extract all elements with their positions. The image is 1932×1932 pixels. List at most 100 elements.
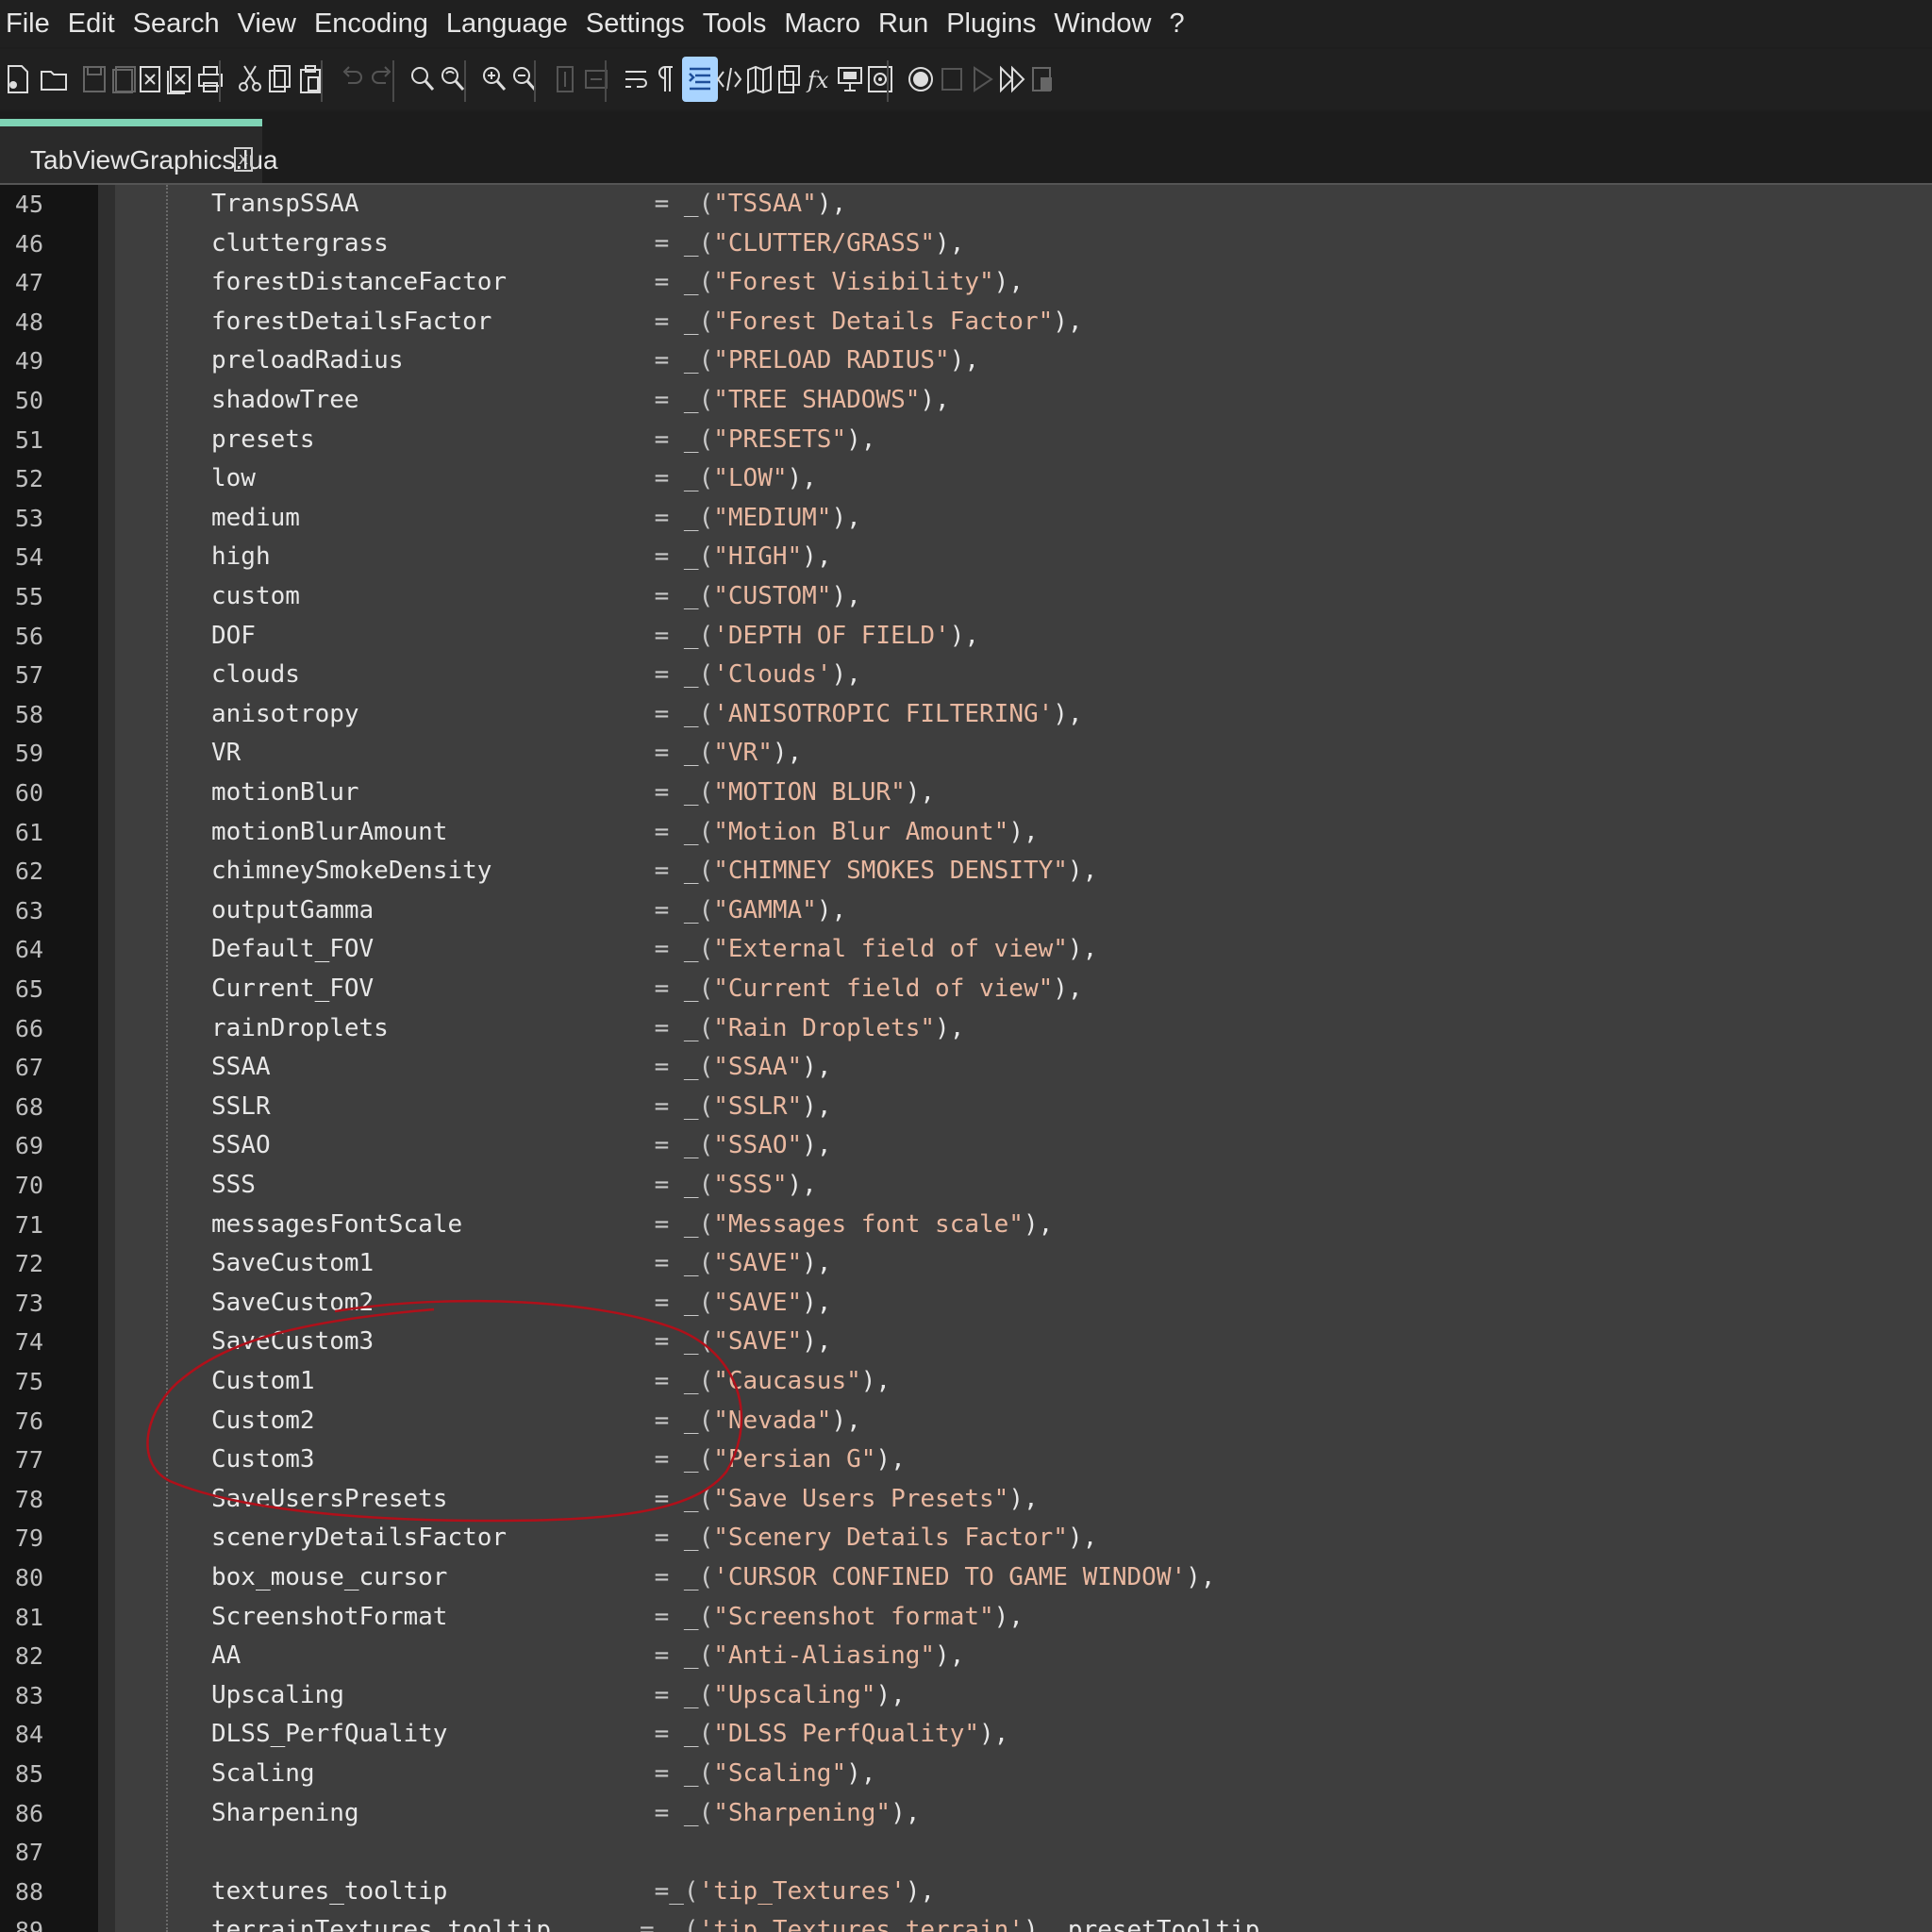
code-text: Custom3 = _("Persian G"), xyxy=(211,1441,906,1480)
line-number: 78 xyxy=(14,1485,43,1513)
menu-plugins[interactable]: Plugins xyxy=(941,1,1048,46)
show-all-characters-icon[interactable] xyxy=(648,57,684,102)
code-punctuation: ), xyxy=(993,1602,1024,1631)
code-key: Sharpening xyxy=(211,1798,359,1827)
code-text: forestDistanceFactor = _("Forest Visibil… xyxy=(211,263,1024,303)
open-file-icon[interactable] xyxy=(36,57,72,102)
code-string: "Upscaling" xyxy=(713,1680,876,1709)
line-number: 50 xyxy=(14,387,43,414)
line-number: 59 xyxy=(14,740,43,768)
monitoring-icon[interactable] xyxy=(862,57,898,102)
code-key: Custom1 xyxy=(211,1367,315,1395)
sync-horizontal-icon[interactable] xyxy=(578,57,614,102)
code-key: SSAO xyxy=(211,1131,271,1160)
code-string: "PRELOAD RADIUS" xyxy=(713,346,950,375)
line-number: 65 xyxy=(14,975,43,1003)
code-punctuation: ), xyxy=(802,1249,832,1278)
code-text: clouds = _('Clouds'), xyxy=(211,656,861,695)
new-file-icon[interactable] xyxy=(0,57,36,102)
code-text: Default_FOV = _("External field of view"… xyxy=(211,930,1097,970)
code-text: rainDroplets = _("Rain Droplets"), xyxy=(211,1009,964,1049)
code-operator: = _( xyxy=(654,1249,714,1278)
code-operator: = _( xyxy=(654,1327,714,1357)
code-operator: = _( xyxy=(654,1563,714,1591)
code-punctuation: ), presetTooltip xyxy=(1023,1916,1260,1932)
line-number: 62 xyxy=(14,858,43,886)
code-padding xyxy=(241,739,654,767)
line-number: 76 xyxy=(14,1407,43,1435)
menu-macro[interactable]: Macro xyxy=(778,1,873,46)
code-padding xyxy=(507,268,655,296)
code-punctuation: ), xyxy=(949,346,979,375)
code-punctuation: ), xyxy=(1186,1563,1216,1591)
menu-help[interactable]: ? xyxy=(1163,1,1196,46)
code-padding xyxy=(507,1524,655,1552)
code-key: Custom3 xyxy=(211,1445,315,1474)
code-line: 82 AA = _("Anti-Aliasing"), xyxy=(0,1637,1932,1676)
code-punctuation: ), xyxy=(802,1131,832,1160)
svg-text:fx: fx xyxy=(806,67,829,93)
code-operator: = _( xyxy=(654,307,714,336)
code-key: SaveCustom2 xyxy=(211,1288,375,1317)
code-key: TranspSSAA xyxy=(211,190,359,218)
code-text: textures_tooltip =_('tip_Textures'), xyxy=(211,1873,935,1912)
code-punctuation: ), xyxy=(802,1091,832,1121)
code-punctuation: ), xyxy=(935,1641,965,1671)
code-line: 57 clouds = _('Clouds'), xyxy=(0,656,1932,695)
code-operator: = _( xyxy=(654,935,714,964)
code-key: medium xyxy=(211,503,300,532)
menu-tools[interactable]: Tools xyxy=(697,1,779,46)
menu-search[interactable]: Search xyxy=(127,1,232,46)
code-punctuation: ), xyxy=(891,1798,921,1827)
code-padding xyxy=(491,308,654,336)
code-operator: = _( xyxy=(654,974,714,1003)
code-string: "DLSS PerfQuality" xyxy=(713,1720,979,1749)
code-punctuation: ), xyxy=(979,1720,1009,1749)
menu-encoding[interactable]: Encoding xyxy=(308,1,441,46)
code-punctuation: ), xyxy=(802,1053,832,1082)
save-macro-icon[interactable] xyxy=(1024,57,1060,102)
code-text: chimneySmokeDensity = _("CHIMNEY SMOKES … xyxy=(211,852,1097,891)
line-number: 72 xyxy=(14,1250,43,1278)
code-line: 65 Current_FOV = _("Current field of view… xyxy=(0,970,1932,1009)
code-key: outputGamma xyxy=(211,895,375,924)
code-operator: = _( xyxy=(654,464,714,493)
code-punctuation: ), xyxy=(787,1171,817,1199)
code-operator: = _( xyxy=(654,1759,714,1788)
menu-run[interactable]: Run xyxy=(873,1,941,46)
code-line: 50 shadowTree = _("TREE SHADOWS"), xyxy=(0,381,1932,421)
code-punctuation: ), xyxy=(1008,1484,1039,1513)
line-number: 49 xyxy=(14,347,43,375)
code-key: AA xyxy=(211,1641,242,1671)
code-string: "MEDIUM" xyxy=(713,503,832,532)
code-text: custom = _("CUSTOM"), xyxy=(211,577,861,617)
code-line: 89 terrainTextures_tooltip = _('tip_Textu… xyxy=(0,1911,1932,1932)
code-line: 66 rainDroplets = _("Rain Droplets"), xyxy=(0,1009,1932,1049)
code-text: terrainTextures_tooltip = _('tip_Texture… xyxy=(211,1911,1259,1932)
zoom-out-icon[interactable] xyxy=(507,57,542,102)
code-padding xyxy=(315,1445,655,1474)
code-key: forestDetailsFactor xyxy=(211,307,492,336)
code-text: SSAA = _("SSAA"), xyxy=(211,1048,831,1088)
paste-icon[interactable] xyxy=(292,57,328,102)
code-text: SSS = _("SSS"), xyxy=(211,1166,817,1206)
menu-edit[interactable]: Edit xyxy=(62,1,127,46)
code-line: 73 SaveCustom2 = _("SAVE"), xyxy=(0,1284,1932,1324)
close-tab-icon[interactable]: x xyxy=(234,147,253,172)
tab-tabviewgraphics[interactable]: TabViewGraphics.lua x xyxy=(0,119,278,183)
menu-file[interactable]: File xyxy=(0,1,62,46)
print-icon[interactable] xyxy=(192,57,228,102)
redo-icon[interactable] xyxy=(364,57,400,102)
menu-view[interactable]: View xyxy=(232,1,308,46)
menu-window[interactable]: Window xyxy=(1048,1,1163,46)
code-punctuation: ), xyxy=(920,386,950,414)
menu-settings[interactable]: Settings xyxy=(580,1,697,46)
code-operator: = _( xyxy=(654,190,714,218)
line-number: 56 xyxy=(14,622,43,650)
tab-bar: TabViewGraphics.lua x xyxy=(0,111,1932,185)
code-string: "Persian G" xyxy=(713,1445,876,1474)
code-editor[interactable]: 45 TranspSSAA = _("TSSAA"), 46 cluttergrass… xyxy=(0,185,1932,1932)
code-string: "PRESETS" xyxy=(713,425,847,454)
menu-language[interactable]: Language xyxy=(441,1,580,46)
line-number: 79 xyxy=(14,1524,43,1553)
